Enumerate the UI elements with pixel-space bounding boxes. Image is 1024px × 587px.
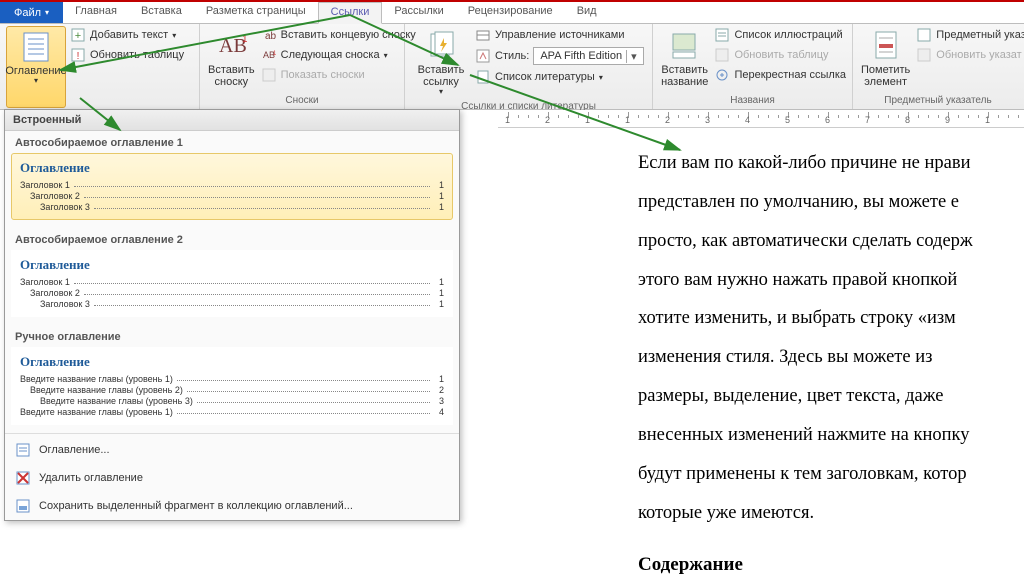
update-index-icon bbox=[916, 47, 932, 63]
style-combo[interactable]: APA Fifth Edition▾ bbox=[533, 47, 643, 65]
remove-toc-icon bbox=[15, 470, 31, 486]
bibliography-icon bbox=[475, 69, 491, 85]
endnote-icon: ab bbox=[261, 27, 277, 43]
insert-citation-button[interactable]: Вставить ссылку▾ bbox=[411, 26, 471, 101]
update-table-button[interactable]: ! Обновить таблицу bbox=[70, 46, 184, 64]
toc-button[interactable]: Оглавление ▾ bbox=[6, 26, 66, 108]
option-remove-toc[interactable]: Удалить оглавление bbox=[5, 464, 459, 492]
update-index-button: Обновить указат bbox=[916, 46, 1024, 64]
ribbon-tabs: Файл Главная Вставка Разметка страницы С… bbox=[0, 2, 1024, 24]
mark-entry-button[interactable]: Пометить элемент bbox=[859, 26, 912, 95]
gallery-item-auto1[interactable]: Оглавление Заголовок 11 Заголовок 21 Заг… bbox=[11, 153, 453, 220]
citation-style-row[interactable]: Стиль: APA Fifth Edition▾ bbox=[475, 46, 644, 66]
svg-text:+: + bbox=[75, 30, 81, 42]
gallery-item-manual[interactable]: Оглавление Введите название главы (урове… bbox=[11, 347, 453, 425]
citation-icon bbox=[425, 30, 457, 62]
group-label-captions: Названия bbox=[659, 95, 846, 108]
tab-mailings[interactable]: Рассылки bbox=[382, 2, 455, 23]
list-figures-icon bbox=[714, 27, 730, 43]
document-body: Если вам по какой-либо причине не нрави … bbox=[638, 144, 1024, 532]
next-footnote-button[interactable]: AB1 Следующая сноска▾ bbox=[261, 46, 416, 64]
add-text-button[interactable]: + Добавить текст▾ bbox=[70, 26, 184, 44]
bibliography-button[interactable]: Список литературы▾ bbox=[475, 68, 644, 86]
show-footnotes-button: Показать сноски bbox=[261, 66, 416, 84]
tab-home[interactable]: Главная bbox=[63, 2, 129, 23]
manage-sources-icon bbox=[475, 27, 491, 43]
tab-file[interactable]: Файл bbox=[0, 2, 63, 23]
toc-dialog-icon bbox=[15, 442, 31, 458]
option-save-selection[interactable]: Сохранить выделенный фрагмент в коллекци… bbox=[5, 492, 459, 520]
svg-text:ab: ab bbox=[265, 31, 276, 42]
cross-ref-icon bbox=[714, 67, 730, 83]
group-label-footnotes: Сноски bbox=[206, 95, 398, 108]
horizontal-ruler: 1211234567891 bbox=[498, 110, 1024, 128]
ribbon: Оглавление ▾ + Добавить текст▾ ! Обновит… bbox=[0, 24, 1024, 110]
gallery-builtin-header: Встроенный bbox=[5, 110, 459, 131]
insert-footnote-button[interactable]: AB1 Вставить сноску bbox=[206, 26, 257, 95]
insert-index-button[interactable]: Предметный указ bbox=[916, 26, 1024, 44]
tab-references[interactable]: Ссылки bbox=[318, 2, 383, 24]
footnote-icon: AB1 bbox=[215, 30, 247, 62]
document-page: Если вам по какой-либо причине не нрави … bbox=[498, 128, 1024, 587]
tab-view[interactable]: Вид bbox=[565, 2, 609, 23]
tab-insert[interactable]: Вставка bbox=[129, 2, 194, 23]
update-icon: ! bbox=[70, 47, 86, 63]
save-selection-icon bbox=[15, 498, 31, 514]
svg-text:1: 1 bbox=[242, 34, 247, 45]
insert-index-icon bbox=[916, 27, 932, 43]
document-heading: Содержание bbox=[638, 554, 1024, 576]
gallery-item-auto1-title: Автособираемое оглавление 1 bbox=[5, 131, 459, 153]
gallery-item-manual-title: Ручное оглавление bbox=[5, 325, 459, 347]
plus-icon: + bbox=[70, 27, 86, 43]
manage-sources-button[interactable]: Управление источниками bbox=[475, 26, 644, 44]
group-label-index: Предметный указатель bbox=[859, 95, 1017, 108]
show-notes-icon bbox=[261, 67, 277, 83]
tab-review[interactable]: Рецензирование bbox=[456, 2, 565, 23]
gallery-item-auto2[interactable]: Оглавление Заголовок 11 Заголовок 21 Заг… bbox=[11, 250, 453, 317]
style-icon bbox=[475, 48, 491, 64]
caption-icon bbox=[669, 30, 701, 62]
mark-entry-icon bbox=[870, 30, 902, 62]
option-toc-dialog[interactable]: Оглавление... bbox=[5, 436, 459, 464]
toc-gallery-dropdown: Встроенный Автособираемое оглавление 1 О… bbox=[4, 109, 460, 521]
cross-reference-button[interactable]: Перекрестная ссылка bbox=[714, 66, 846, 84]
update-captions-icon bbox=[714, 47, 730, 63]
gallery-item-auto2-title: Автособираемое оглавление 2 bbox=[5, 228, 459, 250]
list-figures-button[interactable]: Список иллюстраций bbox=[714, 26, 846, 44]
svg-text:!: ! bbox=[77, 51, 80, 62]
insert-caption-button[interactable]: Вставить название bbox=[659, 26, 710, 95]
insert-endnote-button[interactable]: ab Вставить концевую сноску bbox=[261, 26, 416, 44]
update-captions-button: Обновить таблицу bbox=[714, 46, 846, 64]
svg-text:1: 1 bbox=[273, 51, 276, 57]
toc-icon bbox=[20, 31, 52, 63]
tab-page-layout[interactable]: Разметка страницы bbox=[194, 2, 318, 23]
next-footnote-icon: AB1 bbox=[261, 47, 277, 63]
